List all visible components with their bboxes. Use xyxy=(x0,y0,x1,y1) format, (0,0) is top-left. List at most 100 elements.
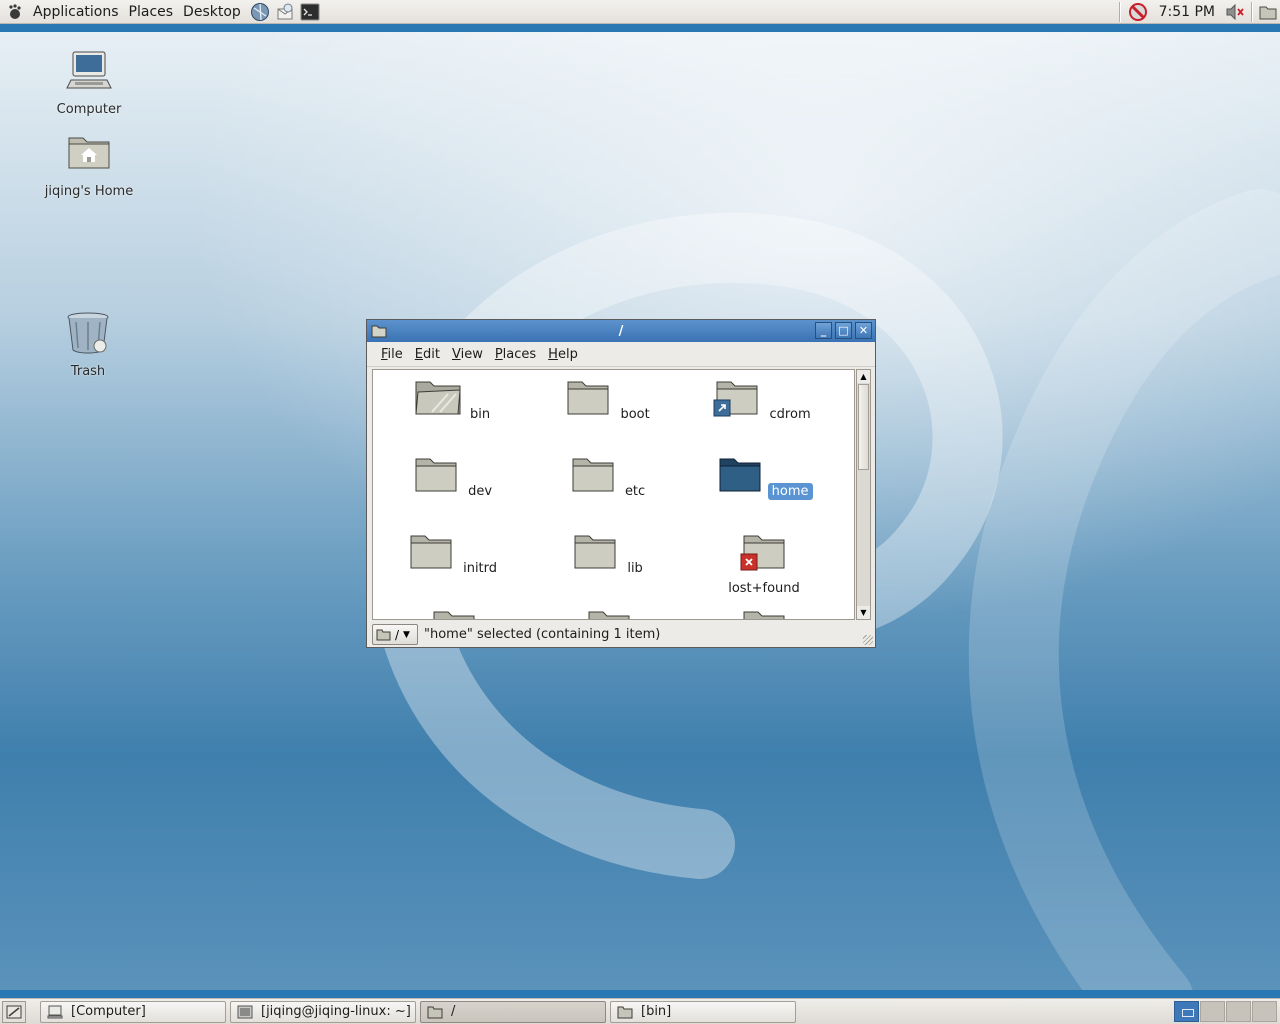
chevron-down-icon: ▼ xyxy=(403,629,410,640)
desktop-icon-label: jiqing's Home xyxy=(44,184,134,199)
scroll-down-arrow-icon[interactable]: ▼ xyxy=(857,606,870,619)
desktop-bottom-strip xyxy=(0,990,1280,998)
folder-icon xyxy=(427,1006,443,1018)
taskbar-label: / xyxy=(451,1004,456,1019)
folder-icon xyxy=(743,611,785,619)
taskbar-label: [Computer] xyxy=(71,1004,146,1019)
desktop-icon-trash[interactable]: Trash xyxy=(40,308,136,379)
email-launcher[interactable] xyxy=(274,1,296,23)
folder-icon xyxy=(574,535,616,569)
vertical-scrollbar[interactable]: ▲ ▼ xyxy=(856,369,871,620)
terminal-icon xyxy=(237,1005,253,1018)
folder-locked-icon xyxy=(740,535,785,571)
window-controls: _ □ ✕ xyxy=(815,322,872,339)
terminal-icon xyxy=(300,3,320,20)
folder-icon[interactable] xyxy=(1259,4,1277,20)
file-item-initrd[interactable]: initrd xyxy=(399,532,509,577)
file-item-boot[interactable]: boot xyxy=(554,378,664,423)
folder-open-icon xyxy=(415,381,461,415)
show-desktop-icon xyxy=(6,1005,22,1018)
trash-icon xyxy=(67,312,109,354)
file-name: initrd xyxy=(463,561,498,576)
menu-places[interactable]: Places xyxy=(124,1,179,23)
file-item-bin[interactable]: bin xyxy=(399,378,509,423)
computer-icon xyxy=(47,1005,63,1018)
file-icon-view[interactable]: bin boot cdrom dev etc home initrd lib l… xyxy=(372,369,855,620)
file-item-dev[interactable]: dev xyxy=(399,455,509,500)
update-notifier-icon[interactable] xyxy=(1127,2,1149,22)
menu-applications[interactable]: Applications xyxy=(28,1,124,23)
workspace-4[interactable] xyxy=(1252,1001,1277,1022)
file-name: lib xyxy=(627,561,643,576)
resize-grip[interactable] xyxy=(863,635,873,645)
web-browser-launcher[interactable] xyxy=(249,1,271,23)
taskbar-button-terminal[interactable]: [jiqing@jiqing-linux: ~] xyxy=(230,1000,416,1023)
menu-help[interactable]: Help xyxy=(542,347,584,362)
terminal-launcher[interactable] xyxy=(299,1,321,23)
folder-icon xyxy=(410,535,452,569)
folder-icon xyxy=(588,611,630,619)
top-panel: Applications Places Desktop 7:51 PM xyxy=(0,0,1280,24)
gnome-foot-icon[interactable] xyxy=(6,3,22,20)
taskbar-button-computer[interactable]: [Computer] xyxy=(40,1000,226,1023)
window-title: / xyxy=(618,323,624,339)
location-button[interactable]: / ▼ xyxy=(372,624,418,645)
workspace-switcher xyxy=(1174,1001,1277,1022)
computer-icon xyxy=(66,51,112,89)
status-bar: / ▼ "home" selected (containing 1 item) xyxy=(367,622,875,647)
desktop-icon-label: Computer xyxy=(56,102,122,117)
file-name: cdrom xyxy=(769,407,811,422)
desktop-icon-label: Trash xyxy=(70,364,106,379)
taskbar-button-root-folder[interactable]: / xyxy=(420,1000,606,1023)
workspace-2[interactable] xyxy=(1200,1001,1225,1022)
minimize-button[interactable]: _ xyxy=(815,322,832,339)
mail-clock-icon xyxy=(277,3,293,19)
folder-icon xyxy=(617,1006,633,1018)
folder-icon xyxy=(719,458,760,492)
scrollbar-thumb[interactable] xyxy=(858,384,869,470)
menu-places[interactable]: Places xyxy=(489,347,542,362)
window-titlebar[interactable]: / _ □ ✕ xyxy=(367,320,875,342)
file-name: home xyxy=(767,483,813,500)
desktop-icon-computer[interactable]: Computer xyxy=(41,46,137,117)
status-text: "home" selected (containing 1 item) xyxy=(424,627,661,642)
browser-icon xyxy=(250,2,269,21)
workspace-1[interactable] xyxy=(1174,1001,1199,1022)
system-tray: 7:51 PM xyxy=(1113,0,1280,24)
folder-icon xyxy=(415,458,457,492)
panel-separator xyxy=(1251,2,1253,22)
file-name: bin xyxy=(470,407,491,422)
volume-muted-icon[interactable] xyxy=(1225,4,1245,20)
clock[interactable]: 7:51 PM xyxy=(1159,4,1215,20)
file-item-lost-found[interactable]: lost+found xyxy=(709,532,819,597)
bottom-panel: [Computer] [jiqing@jiqing-linux: ~] / [b… xyxy=(0,998,1280,1024)
folder-icon xyxy=(376,629,391,641)
workspace-3[interactable] xyxy=(1226,1001,1251,1022)
menu-desktop[interactable]: Desktop xyxy=(178,1,246,23)
menu-view[interactable]: View xyxy=(446,347,489,362)
file-item-home[interactable]: home xyxy=(709,455,819,500)
folder-icon xyxy=(572,458,614,492)
file-name: lost+found xyxy=(728,581,800,596)
taskbar-label: [bin] xyxy=(641,1004,672,1019)
menu-edit[interactable]: Edit xyxy=(409,347,446,362)
maximize-button[interactable]: □ xyxy=(835,322,852,339)
taskbar-label: [jiqing@jiqing-linux: ~] xyxy=(261,1004,411,1019)
folder-icon xyxy=(567,381,609,415)
show-desktop-button[interactable] xyxy=(2,1000,26,1023)
file-name: boot xyxy=(620,407,650,422)
menu-file[interactable]: File xyxy=(375,347,409,362)
scroll-up-arrow-icon[interactable]: ▲ xyxy=(857,370,870,383)
file-item-cdrom[interactable]: cdrom xyxy=(709,378,819,423)
window-menubar: File Edit View Places Help xyxy=(367,342,875,367)
home-folder-icon xyxy=(68,137,110,169)
taskbar-button-bin[interactable]: [bin] xyxy=(610,1000,796,1023)
file-item-lib[interactable]: lib xyxy=(554,532,664,577)
location-label: / xyxy=(395,627,400,642)
close-button[interactable]: ✕ xyxy=(855,322,872,339)
desktop-icon-home[interactable]: jiqing's Home xyxy=(41,128,137,199)
file-item-etc[interactable]: etc xyxy=(554,455,664,500)
folder-icon xyxy=(433,611,475,619)
panel-separator xyxy=(1118,2,1121,22)
file-manager-window[interactable]: / _ □ ✕ File Edit View Places Help bin b… xyxy=(366,319,876,648)
